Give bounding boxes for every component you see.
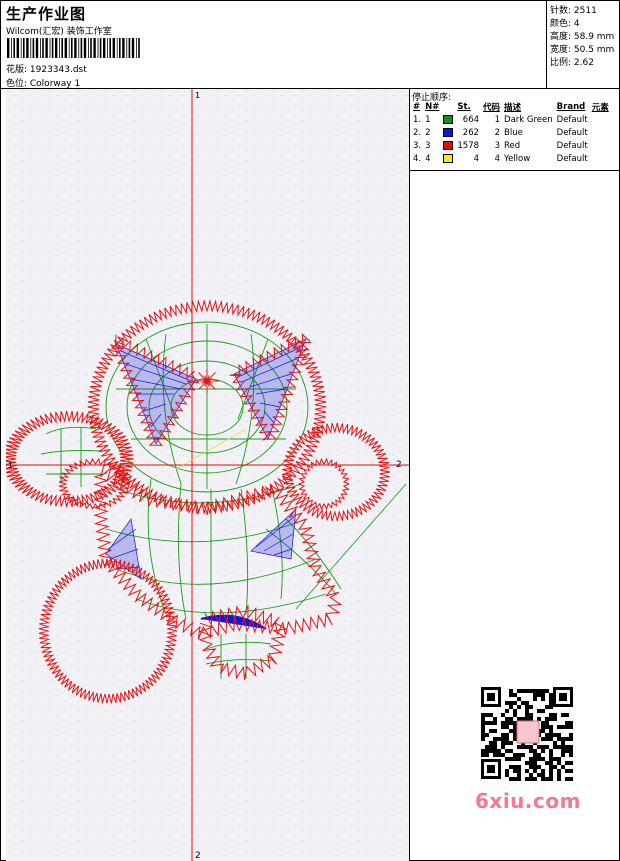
- row-needle: 1: [425, 114, 431, 125]
- axis-label-bottom: 2: [195, 851, 201, 861]
- row-brand: Default: [556, 114, 588, 125]
- row-index: 2.: [413, 127, 422, 138]
- stamp-icon: [516, 720, 540, 744]
- row-element: [590, 139, 611, 152]
- row-swatch: [441, 126, 455, 139]
- row-stitches: 4: [473, 153, 480, 164]
- company-name: Wilcom(汇宏) 装饰工作室: [6, 27, 112, 37]
- row-description: Dark Green: [504, 114, 553, 125]
- qr-code-icon: [471, 681, 581, 785]
- table-row: 2. 2 262 2 Blue Default: [411, 126, 611, 139]
- row-code: 3: [494, 140, 501, 151]
- color-swatch-icon: [443, 114, 454, 124]
- row-element: [590, 126, 611, 139]
- stop-sequence-table: # N# St. 代码 描述 Brand 元素 1. 1 664 1 Dark Gree…: [411, 101, 611, 165]
- embroidery-preview: 1 2 2 1: [6, 89, 409, 861]
- row-description: Red: [504, 140, 521, 151]
- row-index: 1.: [413, 114, 422, 125]
- row-swatch: [441, 139, 455, 152]
- production-sheet: 生产作业图 Wilcom(汇宏) 装饰工作室 花版: 1923343.dst 色…: [0, 0, 620, 861]
- col-index: #: [413, 102, 421, 112]
- center-star: [195, 369, 219, 393]
- row-stitches: 664: [462, 114, 480, 125]
- stop-sequence-panel: 停止顺序: # N# St. 代码 描述 Brand 元素 1. 1 664 1 Dar…: [410, 89, 620, 171]
- stitch-count: 针数: 2511: [550, 6, 597, 16]
- col-code: 代码: [483, 103, 501, 113]
- row-swatch: [441, 152, 455, 165]
- row-needle: 2: [425, 127, 431, 138]
- table-row: 1. 1 664 1 Dark Green Default: [411, 113, 611, 126]
- header: 生产作业图 Wilcom(汇宏) 装饰工作室 花版: 1923343.dst 色…: [1, 1, 620, 89]
- axis-label-right: 2: [396, 460, 402, 470]
- row-brand: Default: [556, 127, 588, 138]
- row-element: [590, 113, 611, 126]
- page-title: 生产作业图: [6, 5, 87, 23]
- color-count: 颜色: 4: [550, 19, 580, 29]
- color-swatch-icon: [443, 153, 454, 163]
- design-scale: 比例: 2.62: [550, 58, 594, 68]
- row-code: 1: [494, 114, 501, 125]
- axis-label-left: 1: [8, 461, 13, 470]
- table-row: 4. 4 4 4 Yellow Default: [411, 152, 611, 165]
- row-description: Blue: [504, 127, 523, 138]
- design-info-panel: 针数: 2511 颜色: 4 高度: 58.9 mm 宽度: 50.5 mm 比…: [546, 1, 620, 89]
- color-swatch-icon: [443, 140, 454, 150]
- colorway-label: 色位: Colorway 1: [6, 79, 81, 89]
- row-index: 3.: [413, 140, 422, 151]
- row-needle: 3: [425, 140, 431, 151]
- col-needle: N#: [425, 102, 440, 112]
- row-description: Yellow: [504, 153, 531, 164]
- col-brand: Brand: [556, 102, 586, 112]
- col-element: 元素: [591, 103, 609, 113]
- design-width: 宽度: 50.5 mm: [550, 45, 615, 55]
- row-code: 4: [494, 153, 501, 164]
- barcode-icon: [7, 38, 140, 58]
- row-needle: 4: [425, 153, 431, 164]
- design-canvas[interactable]: 1 2 2 1: [6, 89, 410, 861]
- row-brand: Default: [556, 153, 588, 164]
- row-element: [590, 152, 611, 165]
- row-stitches: 262: [462, 127, 480, 138]
- row-stitches: 1578: [457, 140, 480, 151]
- col-stitches: St.: [457, 102, 471, 112]
- col-swatch: [441, 101, 455, 113]
- design-filename: 花版: 1923343.dst: [6, 65, 87, 75]
- row-code: 2: [494, 127, 501, 138]
- axis-label-top: 1: [195, 91, 200, 100]
- col-description: 描述: [504, 103, 522, 113]
- design-height: 高度: 58.9 mm: [550, 32, 615, 42]
- row-swatch: [441, 113, 455, 126]
- table-header-row: # N# St. 代码 描述 Brand 元素: [411, 101, 611, 113]
- row-index: 4.: [413, 153, 422, 164]
- watermark-logo: 6xiu.com: [475, 789, 581, 813]
- row-brand: Default: [556, 140, 588, 151]
- table-row: 3. 3 1578 3 Red Default: [411, 139, 611, 152]
- color-swatch-icon: [443, 127, 454, 137]
